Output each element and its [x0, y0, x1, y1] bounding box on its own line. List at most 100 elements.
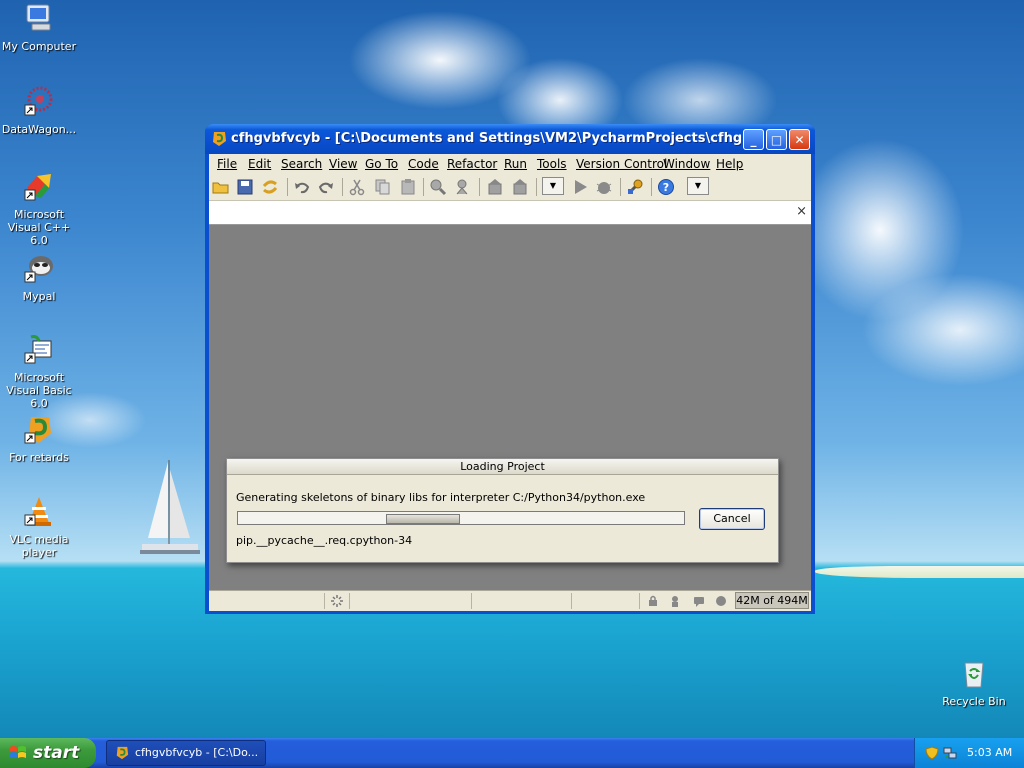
desktop-icon-pycharm[interactable]: For retards — [0, 413, 79, 464]
menu-window[interactable]: Window — [663, 157, 710, 171]
event-log-icon[interactable] — [693, 595, 705, 607]
maximize-button[interactable]: □ — [766, 129, 787, 150]
progress-indeterminate-chunk — [386, 514, 460, 524]
toolbar-separator — [342, 178, 343, 196]
menu-version-control[interactable]: Version Control — [576, 157, 667, 171]
toolbar-overflow-dropdown[interactable]: ▼ — [687, 177, 709, 195]
desktop-icon-mypal[interactable]: Mypal — [0, 252, 79, 303]
windows-flag-icon — [10, 746, 26, 758]
progress-bar — [237, 511, 685, 525]
open-folder-icon[interactable] — [212, 178, 230, 196]
taskbar: start cfhgvbfvcyb - [C:\Do... 5:03 AM — [0, 738, 1024, 768]
desktop-icon-msvc[interactable]: Microsoft Visual C++ 6.0 — [0, 170, 79, 247]
menu-search[interactable]: Search — [281, 157, 322, 171]
status-divider — [471, 593, 472, 609]
status-circle-icon[interactable] — [715, 595, 727, 607]
toolbar-separator — [423, 178, 424, 196]
security-shield-icon[interactable] — [925, 746, 939, 760]
desktop-icon-label: Mypal — [22, 290, 56, 303]
help-icon[interactable]: ? — [657, 178, 675, 196]
run-icon[interactable] — [571, 178, 589, 196]
status-bar: 42M of 494M — [209, 590, 811, 611]
window-titlebar[interactable]: cfhgvbfvcyb - [C:\Documents and Settings… — [205, 124, 815, 154]
minimize-button[interactable]: _ — [743, 129, 764, 150]
menu-view[interactable]: View — [329, 157, 357, 171]
desktop-icon-label: DataWagon... — [1, 123, 77, 136]
settings-wrench-icon[interactable] — [626, 178, 644, 196]
datawagon-icon — [24, 86, 53, 116]
visual-cpp-icon — [24, 174, 51, 201]
replace-icon[interactable] — [454, 178, 472, 196]
pycharm-icon — [213, 132, 226, 146]
desktop-icon-label: My Computer — [1, 40, 77, 53]
current-item-label: pip.__pycache__.req.cpython-34 — [236, 534, 413, 547]
desktop-icon-recycle-bin[interactable]: Recycle Bin — [934, 657, 1014, 708]
taskbar-item-label: cfhgvbfvcyb - [C:\Do... — [135, 746, 259, 759]
menu-refactor[interactable]: Refactor — [447, 157, 497, 171]
desktop-icon-label: For retards — [9, 451, 69, 464]
close-button[interactable]: ✕ — [789, 129, 810, 150]
vlc-cone-icon — [24, 497, 51, 526]
run-config-dropdown[interactable]: ▼ — [542, 177, 564, 195]
back-icon[interactable] — [486, 178, 504, 196]
sailboat-scenery — [140, 460, 200, 554]
menu-file[interactable]: File — [217, 157, 237, 171]
desktop-icon-my-computer[interactable]: My Computer — [0, 2, 79, 53]
desktop-icon-label: Microsoft Visual Basic 6.0 — [6, 371, 72, 410]
computer-icon — [26, 4, 51, 31]
clock[interactable]: 5:03 AM — [967, 746, 1012, 759]
menu-run[interactable]: Run — [504, 157, 527, 171]
sync-icon[interactable] — [261, 178, 279, 196]
system-tray: 5:03 AM — [914, 738, 1024, 768]
forward-icon[interactable] — [511, 178, 529, 196]
paste-icon[interactable] — [399, 178, 417, 196]
desktop-icon-datawagon[interactable]: DataWagon... — [0, 85, 79, 136]
svg-text:?: ? — [663, 181, 669, 194]
status-divider — [639, 593, 640, 609]
editor-tab-strip: × — [209, 201, 811, 225]
desktop-icon-msvb[interactable]: Microsoft Visual Basic 6.0 — [0, 333, 79, 410]
network-icon[interactable] — [943, 746, 957, 760]
toolbar-separator — [479, 178, 480, 196]
cancel-button[interactable]: Cancel — [699, 508, 765, 530]
mypal-icon — [24, 256, 53, 283]
start-button[interactable]: start — [0, 738, 96, 768]
debug-icon[interactable] — [595, 178, 613, 196]
dropdown-arrow-icon: ▼ — [549, 181, 557, 190]
window-title: cfhgvbfvcyb - [C:\Documents and Settings… — [231, 131, 741, 146]
close-tab-icon[interactable]: × — [796, 204, 807, 219]
progress-spinner-icon — [331, 595, 343, 607]
status-divider — [571, 593, 572, 609]
visual-basic-icon — [24, 335, 52, 364]
toolbar-separator — [651, 178, 652, 196]
inspector-icon[interactable] — [669, 595, 681, 607]
find-icon[interactable] — [429, 178, 447, 196]
desktop-icon-label: VLC media player — [9, 533, 69, 559]
menu-help[interactable]: Help — [716, 157, 743, 171]
loading-project-dialog: Loading Project Generating skeletons of … — [226, 458, 779, 563]
copy-icon[interactable] — [373, 178, 391, 196]
dialog-title: Loading Project — [227, 459, 778, 475]
desktop-icon-vlc[interactable]: VLC media player — [0, 495, 79, 559]
undo-icon[interactable] — [293, 178, 311, 196]
status-divider — [324, 593, 325, 609]
lock-icon[interactable] — [647, 595, 659, 607]
menu-goto[interactable]: Go To — [365, 157, 398, 171]
minimize-icon: _ — [750, 133, 757, 147]
redo-icon[interactable] — [317, 178, 335, 196]
pycharm-icon — [24, 417, 51, 444]
taskbar-item-pycharm[interactable]: cfhgvbfvcyb - [C:\Do... — [106, 740, 266, 766]
menu-edit[interactable]: Edit — [248, 157, 271, 171]
status-divider — [349, 593, 350, 609]
memory-indicator[interactable]: 42M of 494M — [735, 592, 809, 609]
close-icon: ✕ — [794, 133, 805, 147]
desktop-icon-label: Recycle Bin — [942, 695, 1006, 708]
menu-tools[interactable]: Tools — [537, 157, 567, 171]
island-scenery — [815, 566, 1024, 578]
pycharm-icon — [116, 746, 129, 760]
menu-code[interactable]: Code — [408, 157, 439, 171]
save-icon[interactable] — [236, 178, 254, 196]
toolbar-separator — [536, 178, 537, 196]
maximize-icon: □ — [770, 133, 783, 147]
cut-icon[interactable] — [348, 178, 366, 196]
